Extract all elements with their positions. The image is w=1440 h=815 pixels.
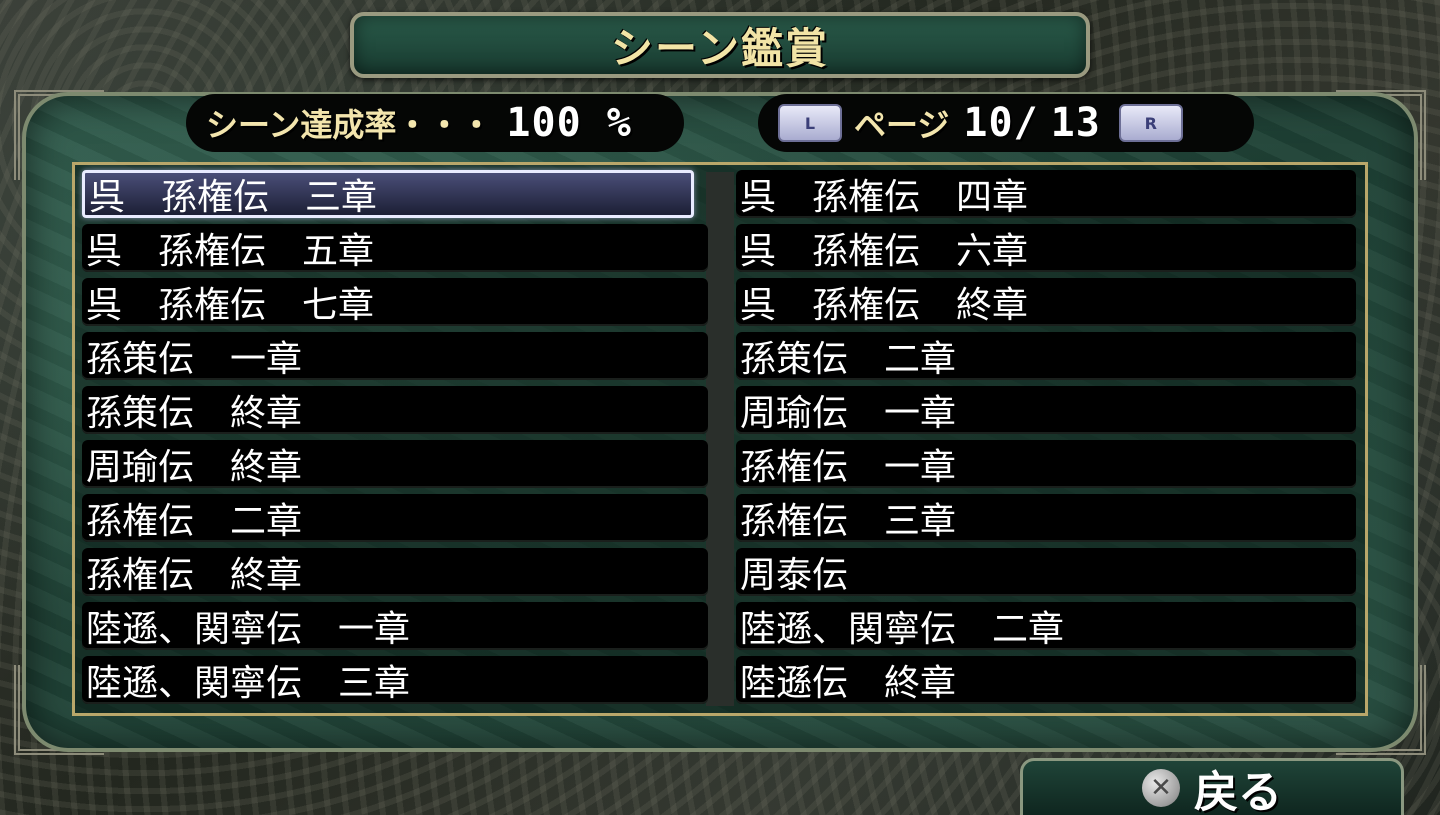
scene-list-item[interactable]: 陸遜、関寧伝 三章: [82, 656, 708, 704]
l-shoulder-button-icon[interactable]: L: [778, 104, 842, 142]
scene-list-item[interactable]: 周瑜伝 終章: [82, 440, 708, 488]
completion-rate-display: シーン達成率・・・ 100 %: [186, 94, 684, 152]
title-plate: シーン鑑賞: [350, 12, 1090, 78]
page-title: シーン鑑賞: [611, 23, 829, 73]
scene-list-item[interactable]: 呉 孫権伝 三章: [82, 170, 694, 218]
scene-list-item[interactable]: 孫策伝 終章: [82, 386, 708, 434]
scene-list-item[interactable]: 孫権伝 一章: [736, 440, 1356, 488]
scene-list-item[interactable]: 呉 孫権伝 五章: [82, 224, 708, 272]
list-divider: [706, 172, 734, 706]
scene-list-item[interactable]: 孫権伝 三章: [736, 494, 1356, 542]
completion-value: 100 %: [506, 100, 632, 146]
scene-list-item[interactable]: 呉 孫権伝 七章: [82, 278, 708, 326]
scene-list-item[interactable]: 呉 孫権伝 終章: [736, 278, 1356, 326]
scene-list-item[interactable]: 陸遜伝 終章: [736, 656, 1356, 704]
scene-list-item[interactable]: 孫権伝 二章: [82, 494, 708, 542]
back-button[interactable]: ✕ 戻る: [1020, 758, 1404, 815]
scene-list-item[interactable]: 孫権伝 終章: [82, 548, 708, 596]
cross-button-icon: ✕: [1142, 769, 1180, 807]
page-indicator: L ページ 10/ 13 R: [758, 94, 1254, 152]
page-current: 10/: [963, 100, 1039, 146]
page-label: ページ: [854, 106, 950, 144]
scene-list-item[interactable]: 呉 孫権伝 六章: [736, 224, 1356, 272]
scene-list-item[interactable]: 陸遜、関寧伝 二章: [736, 602, 1356, 650]
page-total: 13: [1050, 100, 1101, 146]
scene-list-item[interactable]: 孫策伝 一章: [82, 332, 708, 380]
r-shoulder-button-icon[interactable]: R: [1118, 104, 1183, 142]
scene-list-right-column: 呉 孫権伝 四章呉 孫権伝 六章呉 孫権伝 終章 孫策伝 二章 周瑜伝 一章 孫権伝 …: [736, 170, 1356, 710]
scene-list-left-column: 呉 孫権伝 三章呉 孫権伝 五章呉 孫権伝 七章 孫策伝 一章 孫策伝 終章 周瑜伝 …: [82, 170, 708, 710]
scene-viewer-screen: シーン鑑賞 シーン達成率・・・ 100 % L ページ 10/ 13 R 呉 孫…: [0, 0, 1440, 815]
scene-list-item[interactable]: 呉 孫権伝 四章: [736, 170, 1356, 218]
completion-label: シーン達成率・・・: [206, 106, 493, 144]
scene-list-item[interactable]: 陸遜、関寧伝 一章: [82, 602, 708, 650]
back-label: 戻る: [1194, 767, 1282, 815]
scene-list-item[interactable]: 孫策伝 二章: [736, 332, 1356, 380]
scene-list-item[interactable]: 周瑜伝 一章: [736, 386, 1356, 434]
scene-list-item[interactable]: 周泰伝: [736, 548, 1356, 596]
